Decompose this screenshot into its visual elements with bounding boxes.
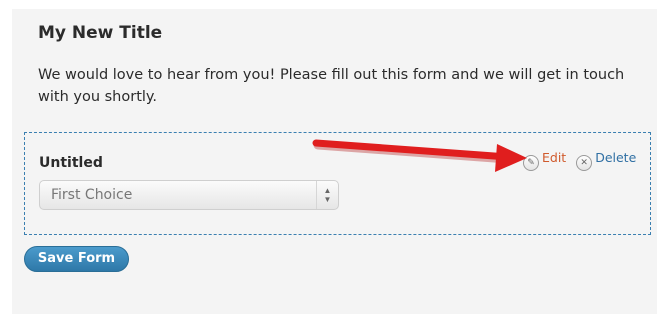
field-label: Untitled — [39, 155, 103, 171]
red-arrow-annotation — [312, 139, 527, 172]
select-value: First Choice — [51, 187, 133, 203]
save-form-button[interactable]: Save Form — [24, 246, 129, 272]
choice-select[interactable]: First Choice ▲ ▼ — [39, 180, 339, 210]
form-panel: My New Title We would love to hear from … — [12, 9, 657, 314]
form-title: My New Title — [38, 23, 163, 43]
form-description: We would love to hear from you! Please f… — [38, 67, 625, 105]
up-down-arrows-icon: ▲ ▼ — [316, 181, 338, 209]
edit-label: Edit — [542, 150, 567, 165]
delete-label: Delete — [595, 150, 637, 165]
delete-link[interactable]: ✕ Delete — [576, 150, 636, 171]
x-circle-icon: ✕ — [576, 155, 593, 171]
